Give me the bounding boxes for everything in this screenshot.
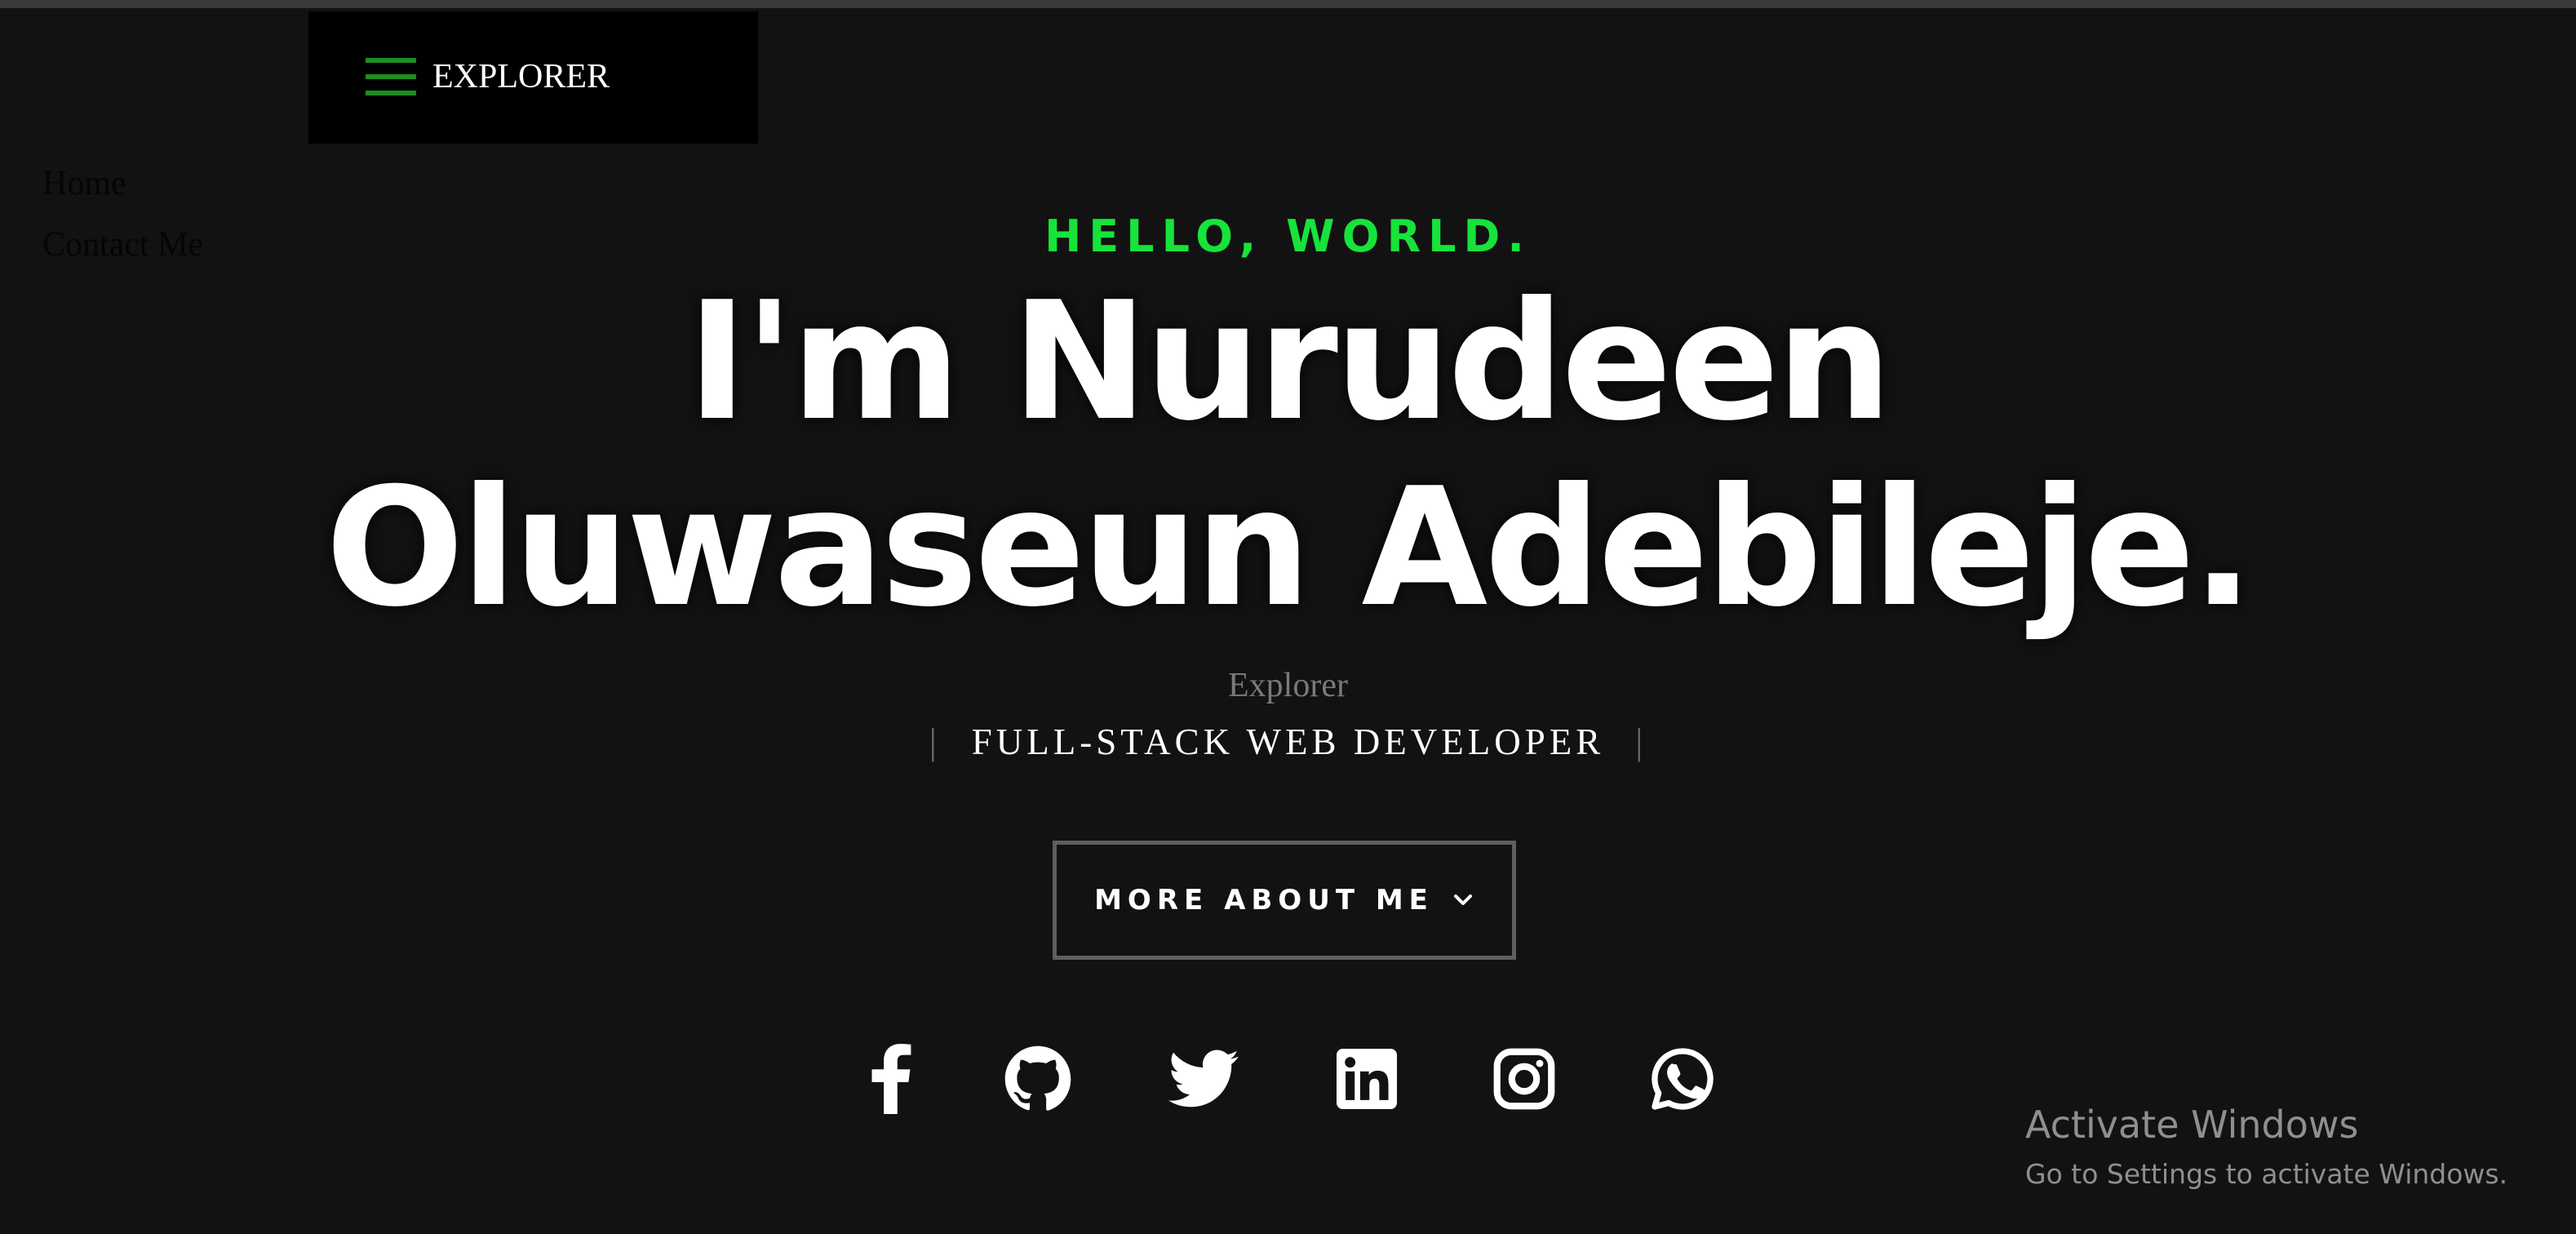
more-about-me-button[interactable]: MORE ABOUT ME bbox=[1053, 841, 1516, 960]
twitter-link[interactable] bbox=[1163, 1038, 1244, 1120]
social-links bbox=[849, 1038, 1746, 1120]
twitter-icon bbox=[1168, 1050, 1239, 1107]
linkedin-icon bbox=[1337, 1049, 1397, 1109]
whatsapp-link[interactable] bbox=[1642, 1038, 1723, 1120]
windows-activation-title: Activate Windows bbox=[2025, 1103, 2359, 1147]
role-text: FULL-STACK WEB DEVELOPER bbox=[971, 721, 1605, 762]
hero-subtitle: Explorer bbox=[1228, 667, 1348, 704]
hamburger-menu-icon[interactable] bbox=[366, 56, 416, 97]
whatsapp-icon bbox=[1652, 1048, 1714, 1110]
hero-title: I'm Nurudeen Oluwaseun Adebileje. bbox=[0, 269, 2576, 641]
windows-activation-subtitle: Go to Settings to activate Windows. bbox=[2025, 1158, 2508, 1190]
linkedin-link[interactable] bbox=[1326, 1038, 1408, 1120]
role-separator-right: | bbox=[1635, 721, 1647, 762]
instagram-link[interactable] bbox=[1483, 1038, 1565, 1120]
hero-title-line-2: Oluwaseun Adebileje. bbox=[325, 453, 2254, 643]
brand-logo-text[interactable]: EXPLORER bbox=[432, 52, 610, 101]
header-nav: EXPLORER bbox=[308, 11, 758, 144]
github-link[interactable] bbox=[997, 1038, 1079, 1120]
chevron-down-icon bbox=[1453, 894, 1472, 905]
instagram-icon bbox=[1493, 1048, 1555, 1110]
facebook-link[interactable] bbox=[849, 1038, 930, 1120]
hero-title-line-1: I'm Nurudeen bbox=[686, 267, 1892, 457]
more-about-me-label: MORE ABOUT ME bbox=[1094, 884, 1434, 917]
portfolio-page: EXPLORER Home Contact Me HELLO, WORLD. I… bbox=[0, 0, 2576, 1234]
hero-greeting: HELLO, WORLD. bbox=[1044, 211, 1532, 262]
github-icon bbox=[1004, 1045, 1071, 1111]
facebook-icon bbox=[871, 1044, 911, 1114]
hero-role: | FULL-STACK WEB DEVELOPER | bbox=[0, 715, 2576, 769]
role-separator-left: | bbox=[929, 721, 941, 762]
